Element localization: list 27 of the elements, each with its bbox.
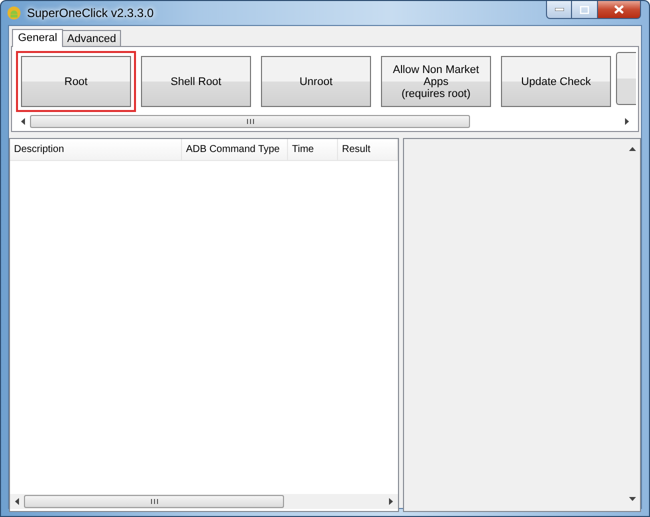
- minimize-icon: [554, 8, 564, 11]
- scrollbar-thumb[interactable]: [30, 115, 470, 128]
- scroll-right-icon[interactable]: [625, 118, 629, 125]
- minimize-button[interactable]: [546, 1, 572, 19]
- scroll-left-icon[interactable]: [15, 498, 19, 505]
- grip-icon: [246, 119, 254, 124]
- close-icon: [614, 5, 624, 14]
- grip-icon: [150, 499, 158, 504]
- column-header[interactable]: Result: [338, 139, 398, 160]
- scroll-down-icon[interactable]: [629, 497, 636, 501]
- column-header[interactable]: Time: [288, 139, 338, 160]
- maximize-icon: [580, 6, 589, 14]
- action-button[interactable]: [616, 52, 636, 105]
- column-header[interactable]: Description: [10, 139, 182, 160]
- scroll-up-icon[interactable]: [629, 147, 636, 151]
- scroll-right-icon[interactable]: [389, 498, 393, 505]
- tab[interactable]: General: [12, 29, 64, 47]
- android-icon: [7, 6, 21, 20]
- scroll-left-icon[interactable]: [21, 118, 25, 125]
- scrollbar-thumb[interactable]: [24, 495, 284, 508]
- maximize-button[interactable]: [572, 1, 598, 19]
- column-header[interactable]: ADB Command Type: [182, 139, 288, 160]
- action-button[interactable]: Root: [16, 51, 136, 112]
- tab[interactable]: Advanced: [62, 30, 122, 46]
- horizontal-scrollbar[interactable]: [10, 494, 398, 509]
- close-button[interactable]: [598, 1, 641, 19]
- window-title: SuperOneClick v2.3.3.0: [27, 6, 154, 20]
